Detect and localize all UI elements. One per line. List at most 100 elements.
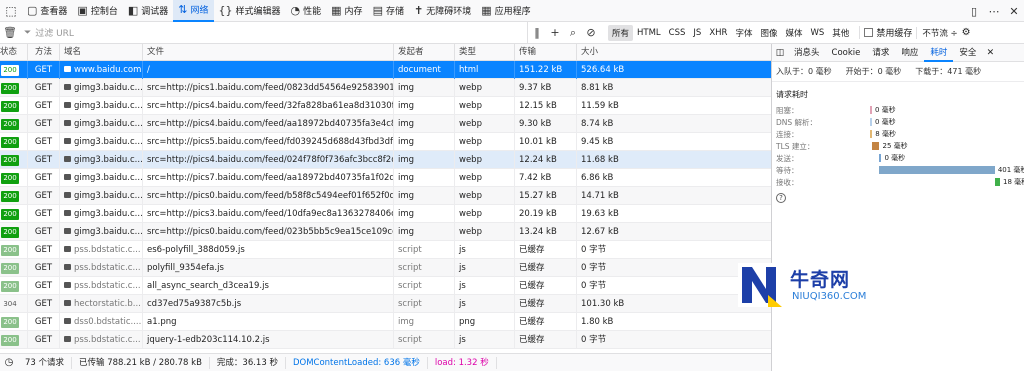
details-tab[interactable]: 请求 — [866, 44, 895, 62]
type-filter-button[interactable]: XHR — [705, 26, 731, 40]
column-header[interactable]: 方法 — [28, 44, 60, 61]
table-row[interactable]: 200 GET gimg3.baidu.c... src=http://pics5.b… — [0, 133, 771, 151]
tab-inspector[interactable]: ▢ 查看器 — [22, 0, 72, 22]
request-details-panel: ◫ 消息头 Cookie 请求 响应 耗时 安全 ✕ 入队于：0 毫秒 开始于：0 毫秒 … — [771, 44, 1024, 371]
transferred-cell: 20.19 kB — [515, 205, 577, 223]
disable-cache-checkbox[interactable]: 禁用缓存 — [859, 26, 912, 39]
details-tab[interactable]: 安全 — [953, 44, 982, 62]
tab-label: 查看器 — [40, 7, 68, 17]
responsive-design-icon[interactable]: ▯ — [964, 0, 984, 22]
tab-accessibility[interactable]: ✝ 无障碍环境 — [409, 0, 476, 22]
type-filter-button[interactable]: CSS — [665, 26, 690, 40]
pick-element-icon[interactable]: ⬚ — [0, 0, 22, 22]
file-cell: cd37ed75a9387c5b.js — [143, 295, 394, 313]
close-panel-icon[interactable]: ✕ — [982, 48, 998, 58]
toggle-panel-icon[interactable]: ◫ — [772, 48, 788, 58]
timing-track: 0 毫秒 — [856, 154, 1024, 162]
column-header[interactable]: 文件 — [143, 44, 394, 61]
details-tab[interactable]: 耗时 — [924, 44, 954, 62]
block-icon[interactable]: ⊘ — [582, 26, 600, 39]
column-header[interactable]: 域名 — [60, 44, 143, 61]
tab-performance[interactable]: ◔ 性能 — [286, 0, 327, 22]
initiator-cell: img — [394, 151, 455, 169]
close-icon[interactable]: ✕ — [1004, 0, 1024, 22]
transferred-cell: 已缓存 — [515, 259, 577, 277]
table-row[interactable]: 200 GET dss0.bdstatic.... a1.png img png 已缓存 1.… — [0, 313, 771, 331]
column-header[interactable]: 发起者 — [394, 44, 455, 61]
table-row[interactable]: 200 GET pss.bdstatic.c... all_async_search_… — [0, 277, 771, 295]
table-row[interactable]: 304 GET hectorstatic.b... cd37ed75a9387c5b.… — [0, 295, 771, 313]
lock-icon — [64, 210, 71, 216]
tab-network[interactable]: ⇅ 网络 — [173, 0, 214, 22]
table-row[interactable]: 200 GET pss.bdstatic.c... es6-polyfill_388d… — [0, 241, 771, 259]
throttle-select[interactable]: 不节流 ÷ — [916, 26, 958, 39]
status-cell: 304 — [0, 295, 28, 313]
table-row[interactable]: 200 GET gimg3.baidu.c... src=http://pics0.b… — [0, 223, 771, 241]
tab-memory[interactable]: ▦ 内存 — [326, 0, 367, 22]
timing-row: 发送： 0 毫秒 — [772, 152, 1024, 164]
table-row[interactable]: 200 GET gimg3.baidu.c... src=http://pics3.b… — [0, 205, 771, 223]
size-cell: 11.68 kB — [581, 155, 619, 165]
timing-value: 8 毫秒 — [875, 130, 896, 138]
transferred-cell: 已缓存 — [515, 295, 577, 313]
table-row[interactable]: 200 GET gimg3.baidu.c... src=http://pics7.b… — [0, 169, 771, 187]
lock-icon — [64, 300, 71, 306]
column-header[interactable]: 类型 — [455, 44, 515, 61]
transferred-cell: 12.15 kB — [515, 97, 577, 115]
search-icon[interactable]: ⌕ — [564, 26, 582, 40]
tab-console[interactable]: ▣ 控制台 — [72, 0, 122, 22]
initiator-cell: img — [394, 115, 455, 133]
url-filter-input[interactable]: ⏷ 过滤 URL — [20, 21, 528, 44]
table-row[interactable]: 200 GET gimg3.baidu.c... src=http://pics4.b… — [0, 151, 771, 169]
tab-storage[interactable]: ▤ 存储 — [368, 0, 409, 22]
details-tab[interactable]: 响应 — [895, 44, 924, 62]
status-cell: 200 — [0, 259, 28, 277]
details-tab[interactable]: 消息头 — [788, 44, 826, 62]
help-icon[interactable]: ? — [776, 193, 786, 203]
timing-bar — [872, 142, 880, 150]
initiator-cell: img — [394, 133, 455, 151]
more-options-icon[interactable]: ⋯ — [984, 0, 1004, 22]
network-filter-bar: 🗑 ⏷ 过滤 URL ‖ + ⌕ ⊘ 所有 HTML CSS JS XHR 字体 图像 媒体 W… — [0, 21, 1024, 44]
table-row[interactable]: 200 GET pss.bdstatic.c... polyfill_9354efa.… — [0, 259, 771, 277]
transferred-cell: 已缓存 — [515, 331, 577, 349]
table-row[interactable]: 200 GET gimg3.baidu.c... src=http://pics4.b… — [0, 97, 771, 115]
domain-text: gimg3.baidu.c... — [74, 227, 143, 237]
lock-icon — [64, 84, 71, 90]
column-header[interactable]: 状态 — [0, 44, 28, 61]
method-cell: GET — [28, 313, 60, 331]
type-filter-button[interactable]: HTML — [633, 26, 665, 40]
type-cell: webp — [455, 115, 515, 133]
checkbox-box[interactable] — [864, 28, 874, 37]
table-row[interactable]: 200 GET gimg3.baidu.c... src=http://pics1.b… — [0, 79, 771, 97]
type-filter-button[interactable]: 所有 — [608, 24, 634, 41]
network-icon: ⇅ — [178, 3, 188, 16]
column-header[interactable]: 传输 — [515, 44, 577, 61]
tab-label: 内存 — [344, 7, 363, 17]
table-row[interactable]: 200 GET gimg3.baidu.c... src=http://pics4.b… — [0, 115, 771, 133]
type-filter-button[interactable]: JS — [689, 26, 705, 40]
type-filter-button[interactable]: 其他 — [828, 25, 853, 41]
table-row[interactable]: 200 GET www.baidu.com / document html 151.22 k… — [0, 61, 771, 79]
transferred-cell: 已缓存 — [515, 241, 577, 259]
table-row[interactable]: 200 GET pss.bdstatic.c... jquery-1-edb203c1… — [0, 331, 771, 349]
type-filter-button[interactable]: 字体 — [731, 25, 756, 41]
type-filter-button[interactable]: 媒体 — [781, 25, 806, 41]
column-header[interactable]: 大小 — [577, 44, 771, 61]
tab-application[interactable]: ▦ 应用程序 — [476, 0, 535, 22]
details-tab[interactable]: Cookie — [826, 44, 867, 62]
table-row[interactable]: 200 GET gimg3.baidu.c... src=http://pics0.b… — [0, 187, 771, 205]
clear-requests-icon[interactable]: 🗑 — [0, 26, 20, 39]
add-icon[interactable]: + — [546, 26, 564, 39]
type-filter-button[interactable]: WS — [806, 26, 828, 40]
type-cell: js — [455, 277, 515, 295]
tab-debugger[interactable]: ◧ 调试器 — [123, 0, 173, 22]
tab-label: 存储 — [385, 7, 404, 17]
pause-icon[interactable]: ‖ — [528, 26, 546, 39]
tab-style-editor[interactable]: {} 样式编辑器 — [214, 0, 286, 22]
type-filter-button[interactable]: 图像 — [756, 25, 781, 41]
method-cell: GET — [28, 277, 60, 295]
status-badge: 200 — [1, 262, 19, 274]
settings-gear-icon[interactable]: ⚙ — [962, 27, 971, 38]
size-cell: 9.45 kB — [581, 137, 614, 147]
